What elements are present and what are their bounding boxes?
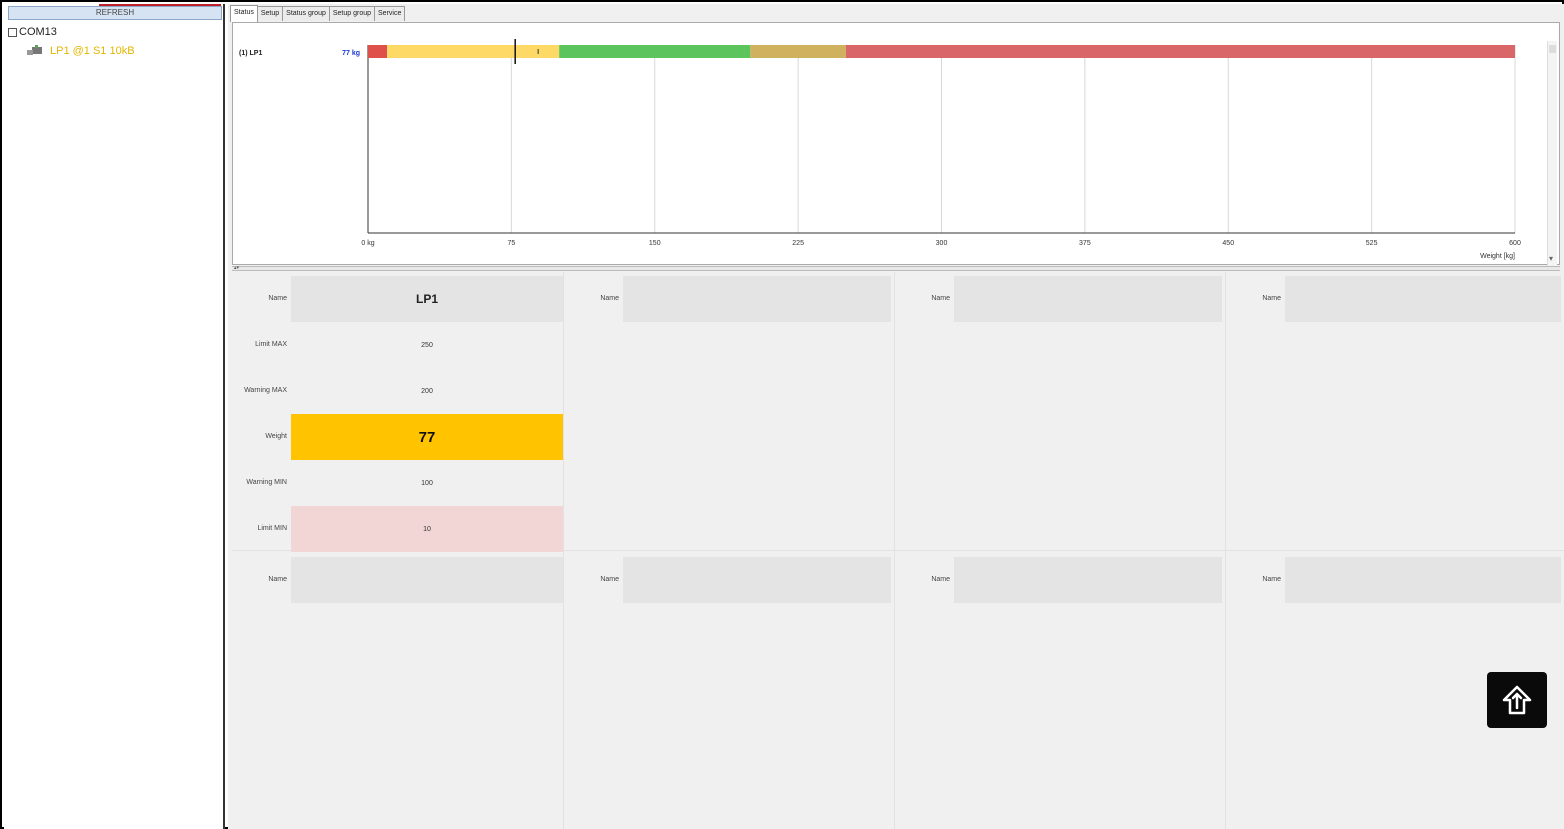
tab-status-group[interactable]: Status group [282, 6, 330, 21]
name-label: Name [268, 576, 287, 583]
x-tick-label: 300 [936, 240, 948, 247]
tab-setup-group[interactable]: Setup group [328, 6, 376, 21]
zone-bar [368, 45, 388, 58]
home-arrow-icon [1502, 685, 1532, 715]
device-label: LP1 @1 S1 10kB [50, 45, 135, 57]
tab-bar: Status Setup Status group Setup group Se… [230, 5, 406, 22]
device-icon [27, 45, 42, 55]
name-label: Name [931, 295, 950, 302]
x-axis-label: Weight [kg] [1480, 253, 1515, 260]
weight-chart: (1) LP1 77 kg 0 kg 75 150 225 300 375 450 525 600 W… [239, 39, 1521, 260]
name-label: Name [600, 576, 619, 583]
panel-2-name-field [623, 276, 891, 322]
scroll-thumb[interactable] [1549, 45, 1556, 53]
series-label: (1) LP1 [239, 50, 262, 57]
name-label: Name [1262, 295, 1281, 302]
zone-bar [559, 45, 751, 58]
status-grid: Name LP1 Limit MAX 250 Warning MAX 200 W… [232, 272, 1564, 829]
tree-root-com[interactable]: COM13 [8, 26, 57, 38]
tree-root-label: COM13 [19, 26, 57, 38]
x-tick-label: 150 [649, 240, 661, 247]
current-weight-label: 77 kg [342, 50, 360, 57]
panel-splitter[interactable]: ▴▾ [232, 266, 1560, 271]
tree-item-device[interactable]: LP1 @1 S1 10kB [26, 45, 135, 57]
chart-scrollbar[interactable]: ▾ [1547, 41, 1557, 267]
expand-box-icon[interactable] [8, 27, 17, 37]
tab-service[interactable]: Service [374, 6, 406, 21]
panel-8-name-field [1285, 557, 1561, 603]
lp1-warning-max-value: 200 [421, 387, 433, 395]
name-label: Name [600, 295, 619, 302]
x-tick-label: 450 [1222, 240, 1234, 247]
panel-4-name-field [1285, 276, 1561, 322]
lp1-name-field: LP1 [291, 276, 563, 322]
name-label: Name [1262, 576, 1281, 583]
splitter-grip-icon[interactable]: ▴▾ [234, 266, 239, 271]
lp1-limit-max-value: 250 [421, 341, 433, 349]
tab-setup[interactable]: Setup [256, 6, 284, 21]
x-tick-label: 225 [792, 240, 804, 247]
lp1-weight-value: 77 [291, 414, 563, 460]
refresh-button[interactable]: REFRESH [8, 6, 222, 20]
tab-status[interactable]: Status [230, 5, 258, 22]
weight-chart-area: (1) LP1 77 kg 0 kg 75 150 225 300 375 450 525 600 W… [232, 22, 1560, 267]
x-tick-label: 525 [1366, 240, 1378, 247]
home-button[interactable] [1487, 672, 1547, 728]
warning-min-label: Warning MIN [246, 479, 287, 486]
name-label: Name [931, 576, 950, 583]
x-tick-label: 600 [1509, 240, 1521, 247]
main-panel: Status Setup Status group Setup group Se… [228, 4, 1564, 829]
device-tree-panel: REFRESH COM13 LP1 @1 S1 10kB [4, 4, 225, 829]
zone-bar [845, 45, 1515, 58]
scroll-down-icon[interactable]: ▾ [1549, 254, 1553, 263]
limit-min-label: Limit MIN [257, 525, 287, 532]
warning-max-label: Warning MAX [244, 387, 287, 394]
panel-5-name-field [291, 557, 563, 603]
lp1-warning-min-value: 100 [421, 479, 433, 487]
name-label: Name [268, 295, 287, 302]
x-tick-label: 375 [1079, 240, 1091, 247]
panel-6-name-field [623, 557, 891, 603]
panel-3-name-field [954, 276, 1222, 322]
x-tick-label: 75 [507, 240, 515, 247]
app-window: REFRESH COM13 LP1 @1 S1 10kB Status Setu… [0, 0, 1564, 829]
x-tick-label: 0 kg [361, 240, 374, 247]
zone-bar [387, 45, 560, 58]
weight-label: Weight [265, 433, 287, 440]
zone-bar [750, 45, 846, 58]
lp1-limit-min-value: 10 [291, 506, 563, 552]
limit-max-label: Limit MAX [255, 341, 287, 348]
panel-7-name-field [954, 557, 1222, 603]
